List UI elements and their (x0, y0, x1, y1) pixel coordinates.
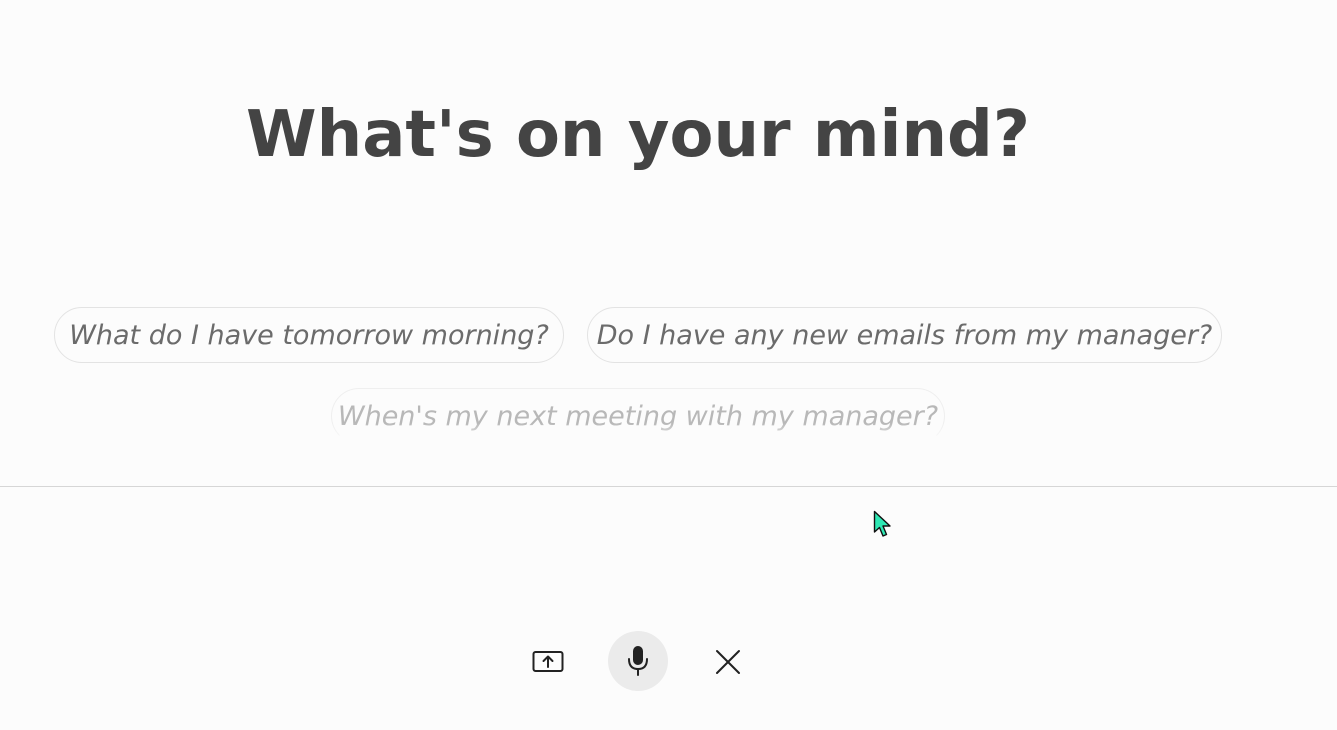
suggestion-label: When's my next meeting with my manager? (337, 400, 939, 432)
microphone-icon (628, 646, 648, 676)
page-title: What's on your mind? (246, 98, 1030, 172)
share-screen-button[interactable] (522, 636, 574, 688)
screen-share-icon (532, 651, 564, 672)
close-icon (716, 650, 740, 674)
suggestion-chip[interactable]: When's my next meeting with my manager? (330, 388, 946, 445)
suggestion-label: What do I have tomorrow morning? (69, 319, 549, 351)
close-button[interactable] (702, 636, 754, 688)
suggestion-chip[interactable]: What do I have tomorrow morning? (54, 307, 564, 363)
suggestion-chip[interactable]: Do I have any new emails from my manager… (587, 307, 1222, 363)
microphone-button[interactable] (608, 631, 668, 691)
input-divider (0, 486, 1337, 487)
page: What's on your mind? What do I have tomo… (0, 0, 1337, 730)
mouse-cursor-icon (873, 510, 891, 537)
suggestion-label: Do I have any new emails from my manager… (596, 319, 1213, 351)
